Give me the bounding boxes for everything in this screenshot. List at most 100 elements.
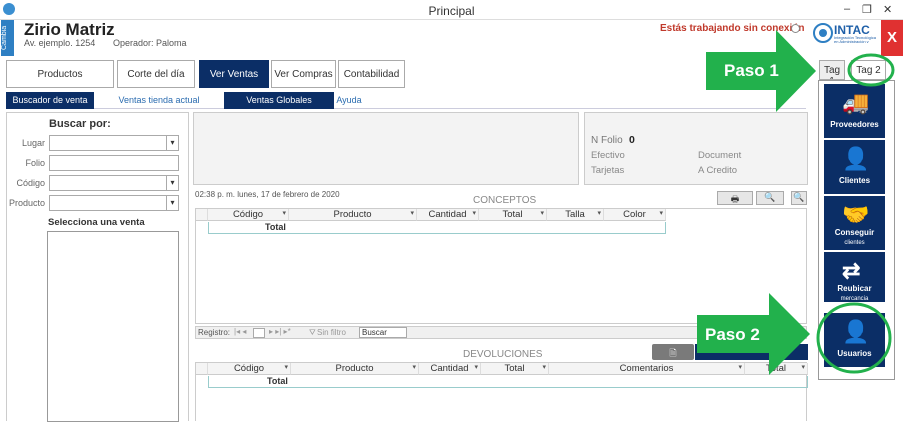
offline-status: Estás trabajando sin conexión [660,23,805,34]
search-panel: Buscar por: Lugar ▾ Folio Código ▾ Produ… [6,112,189,422]
dev-col-comentarios[interactable]: Comentarios ▾ [549,363,745,375]
tab-ver-compras[interactable]: Ver Compras [271,60,336,88]
devoluciones-grid[interactable]: Código ▾ Producto ▾ Cantidad ▾ Total ▾ Comen… [195,362,808,421]
intac-logo: INTAC Integración Tecnológica en Adminis… [812,22,878,44]
codigo-label: Código [16,178,45,188]
lugar-label: Lugar [21,138,45,148]
folio-input[interactable] [49,155,179,171]
printer-icon: 🖶 [730,194,740,204]
close-window-button[interactable]: ✕ [883,3,892,16]
producto-select[interactable]: ▾ [49,195,179,211]
subnav-buscador-de-venta[interactable]: Buscador de venta [6,92,94,109]
tab-corte-del-dia[interactable]: Corte del día [117,60,195,88]
print-button[interactable]: 🖶 [717,191,753,205]
devolucion-primary-button[interactable] [695,344,808,360]
shuffle-icon: ⇄ [842,258,861,283]
reubicar-label: Reubicar [837,284,872,293]
timestamp: 02:38 p. m. lunes, 17 de febrero de 2020 [195,190,340,199]
tab-ver-ventas[interactable]: Ver Ventas [199,60,269,88]
tab-tag-2[interactable]: Tag 2 [851,60,886,80]
dev-col-producto[interactable]: Producto ▾ [291,363,419,375]
credito-label: A Credito [698,165,738,176]
tab-productos[interactable]: Productos [6,60,114,88]
conceptos-title: CONCEPTOS [473,195,537,206]
dev-col-total-2[interactable]: Total ▾ [745,363,808,375]
devoluciones-title: DEVOLUCIONES [463,349,543,360]
clientes-label: Clientes [838,176,871,185]
tab-contabilidad[interactable]: Contabilidad [338,60,405,88]
col-total[interactable]: Total ▾ [479,209,547,221]
company-name: Zirio Matriz [24,20,115,39]
conseguir-clientes-button[interactable]: 🤝 Conseguir clientes [824,196,885,250]
truck-icon: 🚚 [842,90,870,115]
dev-col-cantidad[interactable]: Cantidad ▾ [419,363,481,375]
chevron-down-icon[interactable]: ▾ [166,136,178,150]
preview-button[interactable]: 🔍 [756,191,784,205]
close-app-button[interactable]: X [881,20,903,56]
document-label: Document [698,150,742,161]
restore-button[interactable]: ❐ [862,3,872,16]
dev-col-total[interactable]: Total ▾ [481,363,549,375]
filter-icon[interactable]: ⛛ [309,328,316,338]
logo-subtext: Integración Tecnológica en Administració… [834,36,876,43]
lugar-select[interactable]: ▾ [49,135,179,151]
next-record-button[interactable]: ▸ ▸| ▸* [269,327,291,336]
devoluciones-total-row: Total [208,376,808,388]
row-selector-header [196,209,208,221]
paso-1-label: Paso 1 [724,61,779,80]
devolucion-action-button[interactable]: 🗎 [652,344,694,360]
col-producto[interactable]: Producto ▾ [289,209,417,221]
magnifier-icon: 🔍 [764,192,776,202]
reubicar-mercancia-button[interactable]: ⇄ Reubicar mercancia [824,252,885,302]
tarjetas-label: Tarjetas [591,165,625,176]
minimize-button[interactable]: – [844,3,850,15]
reubicar-sublabel: mercancia [840,296,869,302]
handshake-icon: 🤝 [842,202,870,227]
chevron-down-icon[interactable]: ▾ [166,176,178,190]
subnav-ventas-tienda-actual[interactable]: Ventas tienda actual [104,92,214,109]
folio-label: Folio [25,158,45,168]
sale-info-box: N Folio 0 Efectivo Document Tarjetas A C… [584,112,808,185]
sales-list[interactable] [47,231,179,422]
clients-icon: 👤 [842,146,870,171]
producto-label: Producto [8,198,45,208]
sin-filtro-label[interactable]: Sin filtro [317,328,346,337]
chevron-down-icon[interactable]: ▾ [166,196,178,210]
operator-label: Operador: Paloma [113,38,187,48]
row-selector-header [196,363,208,375]
folio-label: N Folio [591,135,623,146]
logo-text: INTAC [834,23,870,37]
side-label[interactable]: Cambia [1,20,14,56]
subnav-ayuda[interactable]: Ayuda [334,92,364,109]
action-sidebar: 🚚 Proveedores 👤 Clientes 🤝 Conseguir cli… [818,80,895,380]
clientes-button[interactable]: 👤 Clientes [824,140,885,194]
buscar-input[interactable]: Buscar [359,327,407,338]
company-address: Av. ejemplo. 1254 [24,38,96,48]
tab-tag-1[interactable]: Tag 1 [819,60,845,80]
proveedores-button[interactable]: 🚚 Proveedores [824,84,885,138]
dev-col-codigo[interactable]: Código ▾ [208,363,291,375]
conseguir-sublabel: clientes [844,240,865,246]
registro-label: Registro: [198,328,231,337]
first-record-button[interactable]: |◂ ◂ [234,327,246,336]
main-area: N Folio 0 Efectivo Document Tarjetas A C… [193,112,808,421]
col-codigo[interactable]: Código ▾ [208,209,289,221]
col-talla[interactable]: Talla ▾ [547,209,604,221]
zoom-button[interactable]: 🔍 [791,191,807,205]
magnifier-icon: 🔍 [793,192,805,202]
record-number-input[interactable] [253,328,265,338]
subnav-ventas-globales[interactable]: Ventas Globales [224,92,334,109]
efectivo-label: Efectivo [591,150,625,161]
col-color[interactable]: Color ▾ [604,209,666,221]
col-cantidad[interactable]: Cantidad ▾ [417,209,479,221]
conceptos-grid[interactable]: Código ▾ Producto ▾ Cantidad ▾ Total ▾ Talla… [195,208,807,324]
codigo-select[interactable]: ▾ [49,175,179,191]
folio-value: 0 [629,134,635,146]
paso-2-label: Paso 2 [705,325,760,344]
proveedores-label: Proveedores [830,120,879,129]
usuarios-button[interactable]: 👤 Usuarios [824,313,885,367]
offline-radio[interactable] [791,24,800,33]
preview-box [193,112,579,185]
sub-navigation: Buscador de venta Ventas tienda actual V… [6,92,806,109]
search-title: Buscar por: [49,118,111,130]
